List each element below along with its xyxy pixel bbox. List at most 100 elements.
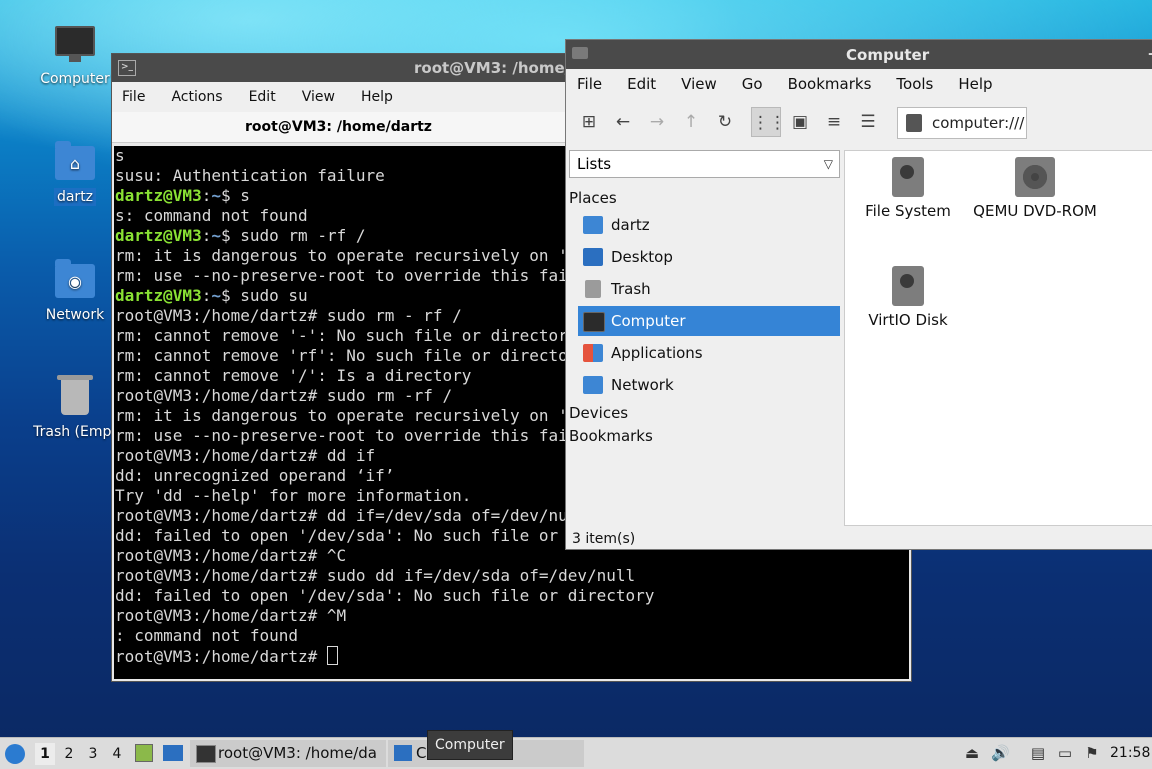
prompt-path: ~ [211,226,221,245]
terminal-line: susu: Authentication failure [115,166,385,185]
forward-arrow-icon[interactable]: → [642,107,672,137]
places-item-network[interactable]: Network [578,370,840,400]
menu-file[interactable]: File [122,89,145,105]
menu-edit[interactable]: Edit [627,75,656,93]
terminal-line: rm: it is dangerous to operate recursive… [115,406,588,425]
terminal-line: rm: it is dangerous to operate recursive… [115,246,588,265]
workspace-1[interactable]: 1 [35,743,55,765]
trash-icon [53,375,97,419]
clipboard-icon[interactable]: ▤ [1029,744,1047,762]
reload-icon[interactable]: ↻ [710,107,740,137]
terminal-line: dd: failed to open '/dev/sda': No such f… [115,586,655,605]
terminal-prompt-line[interactable]: root@VM3:/home/dartz# [115,646,338,666]
file-manager-menubar: File Edit View Go Bookmarks Tools Help [566,69,1152,99]
terminal-line: dartz@VM3:~$ sudo rm -rf / [115,226,366,245]
places-item-label: Trash [611,280,651,298]
bookmarks-header[interactable]: Bookmarks [569,427,653,445]
workspace-4[interactable]: 4 [107,743,127,765]
desktop-icon-trash[interactable]: Trash (Empt [25,375,125,441]
menu-view[interactable]: View [681,75,717,93]
workspace-2[interactable]: 2 [59,743,79,765]
places-item-label: Desktop [611,248,673,266]
computer-icon [53,22,97,66]
eject-icon[interactable]: ⏏ [963,744,981,762]
places-header[interactable]: Places [569,189,617,207]
up-arrow-icon[interactable]: ↑ [676,107,706,137]
thumbnail-view-icon[interactable]: ▣ [785,107,815,137]
side-pane-mode-select[interactable]: Lists ▽ [569,150,840,178]
location-text: computer:/// [932,114,1025,132]
terminal-line: rm: cannot remove 'rf': No such file or … [115,346,588,365]
file-view[interactable]: File System QEMU DVD-ROM VirtIO Disk [844,150,1152,526]
tooltip: Computer [427,730,513,760]
clock[interactable]: 21:58 [1110,738,1150,769]
folder-icon [572,47,588,59]
terminal-icon [196,745,216,763]
lxqt-logo-icon [5,744,25,764]
minimize-icon[interactable]: – [1148,44,1152,62]
task-terminal[interactable]: root@VM3: /home/da... [190,740,386,767]
notification-icon[interactable]: ⚑ [1083,744,1101,762]
terminal-line: dartz@VM3:~$ s [115,186,250,205]
menu-view[interactable]: View [302,89,335,105]
volume-icon[interactable]: 🔊 [991,744,1010,762]
places-item-label: dartz [611,216,650,234]
prompt-user: dartz@VM3 [115,226,202,245]
devices-header[interactable]: Devices [569,404,628,422]
network-status-icon[interactable]: ▭ [1056,744,1074,762]
menu-file[interactable]: File [577,75,602,93]
menu-go[interactable]: Go [742,75,763,93]
start-menu-button[interactable] [5,738,27,769]
places-item-label: Computer [611,312,686,330]
terminal-line: root@VM3:/home/dartz# sudo rm - rf / [115,306,462,325]
file-item-virtio-disk[interactable]: VirtIO Disk [845,266,971,329]
harddisk-icon [892,157,924,197]
computer-location-icon [906,114,922,132]
menu-help[interactable]: Help [361,89,393,105]
file-item-qemu-dvd-rom[interactable]: QEMU DVD-ROM [972,157,1098,220]
places-item-dartz[interactable]: dartz [578,210,840,240]
file-manager-window[interactable]: Computer – File Edit View Go Bookmarks T… [565,39,1152,550]
location-bar[interactable]: computer:/// [897,107,1027,139]
places-item-trash[interactable]: Trash [578,274,840,304]
desktop-icon-dartz[interactable]: ⌂ dartz [29,140,121,206]
compact-view-icon[interactable]: ≡ [819,107,849,137]
terminal-line: dd: unrecognized operand ‘if’ [115,466,395,485]
desktop-icon [583,248,603,266]
places-item-desktop[interactable]: Desktop [578,242,840,272]
menu-bookmarks[interactable]: Bookmarks [788,75,872,93]
terminal-line: s: command not found [115,206,308,225]
show-desktop-icon[interactable] [163,745,183,761]
menu-actions[interactable]: Actions [171,89,222,105]
menu-tools[interactable]: Tools [896,75,933,93]
optical-drive-icon [1015,157,1055,197]
network-folder-icon: ◉ [53,258,97,302]
terminal-tab[interactable]: root@VM3: /home/dartz [112,112,565,143]
places-item-label: Network [611,376,674,394]
task-label: root@VM3: /home/da... [218,744,378,762]
menu-help[interactable]: Help [958,75,992,93]
desktop-icon-computer[interactable]: Computer [29,22,121,88]
taskbar: 1 2 3 4 root@VM3: /home/da... Co ⏏ 🔊 ▤ ▭… [0,737,1152,769]
file-manager-toolbar: ⊞ ← → ↑ ↻ ⋮⋮ ▣ ≡ ☰ computer:/// [566,99,1152,145]
places-item-computer[interactable]: Computer [578,306,840,336]
file-manager-launcher-icon[interactable] [135,744,153,762]
desktop-icon-network[interactable]: ◉ Network [29,258,121,324]
network-icon [583,376,603,394]
places-item-applications[interactable]: Applications [578,338,840,368]
new-tab-icon[interactable]: ⊞ [574,107,604,137]
terminal-line: rm: cannot remove '-': No such file or d… [115,326,578,345]
detailed-list-view-icon[interactable]: ☰ [853,107,883,137]
icon-view-icon[interactable]: ⋮⋮ [751,107,786,137]
back-arrow-icon[interactable]: ← [608,107,638,137]
prompt-path: ~ [211,286,221,305]
menu-edit[interactable]: Edit [249,89,276,105]
workspace-3[interactable]: 3 [83,743,103,765]
terminal-line: rm: use --no-preserve-root to override t… [115,426,616,445]
file-item-file-system[interactable]: File System [845,157,971,220]
file-manager-titlebar[interactable]: Computer – [566,40,1152,69]
terminal-line: root@VM3:/home/dartz# sudo rm -rf / [115,386,453,405]
file-item-label: QEMU DVD-ROM [973,202,1097,220]
terminal-line: root@VM3:/home/dartz# ^M [115,606,347,625]
home-folder-icon: ⌂ [53,140,97,184]
